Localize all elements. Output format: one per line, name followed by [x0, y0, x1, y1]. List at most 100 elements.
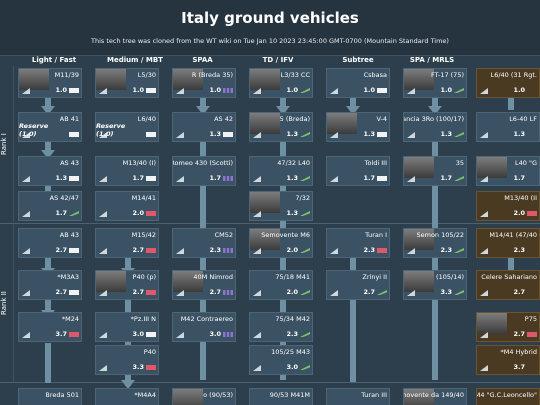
battle-rating: 2.7	[55, 288, 67, 296]
vehicle-card[interactable]: FT-17 (75) 1.0	[403, 68, 467, 98]
vehicle-type-icon	[330, 248, 338, 254]
vehicle-name: R (Breda 35)	[191, 71, 233, 79]
vehicle-card[interactable]: 47/32 L40 1.3	[249, 156, 313, 186]
vehicle-card[interactable]: M42 Contraereo 3.0	[172, 312, 236, 342]
vehicle-card[interactable]: Breda 501	[18, 388, 82, 405]
page-subtitle: This tech tree was cloned from the WT wi…	[91, 37, 449, 45]
battle-rating: 2.7	[55, 246, 67, 254]
vehicle-card[interactable]: L40 "G 1.7	[476, 156, 540, 186]
vehicle-card[interactable]: CM52 2.3	[172, 228, 236, 258]
vehicle-name: FT-17 (75)	[430, 71, 464, 79]
vehicle-card[interactable]: Zrínyi II 2.7	[326, 270, 390, 300]
vehicle-type-icon	[480, 88, 488, 94]
vehicle-card[interactable]: Alfa Romeo 430 (Scotti) 1.7	[172, 156, 236, 186]
nation-flag-icon	[146, 290, 156, 295]
vehicle-card[interactable]: (105/14) 3.3	[403, 270, 467, 300]
vehicle-card[interactable]: 35 1.7	[403, 156, 467, 186]
battle-rating: 3.0	[132, 330, 144, 338]
vehicle-card[interactable]: Semovente da 149/40	[403, 388, 467, 405]
vehicle-card-premium[interactable]: M14/41 (47/40 2.3	[476, 228, 540, 258]
vehicle-card[interactable]: *Pz.III N 3.0	[95, 312, 159, 342]
vehicle-card[interactable]: M13/40 (I) 1.7	[95, 156, 159, 186]
vehicle-card[interactable]: P40 (p) 2.7	[95, 270, 159, 300]
vehicle-card[interactable]: Semovente M6 2.0	[249, 228, 313, 258]
vehicle-name: o (90/53)	[203, 391, 233, 399]
vehicle-card[interactable]: L6/40 Reserve (1.0)	[95, 112, 159, 142]
vehicle-card-premium[interactable]: *M4 Hybrid 3.7	[476, 345, 540, 375]
vehicle-card[interactable]: Semon 105/22 2.3	[403, 228, 467, 258]
vehicle-card[interactable]: AS 42/47 1.7	[18, 191, 82, 221]
vehicle-card[interactable]: 75/18 M41 2.0	[249, 270, 313, 300]
vehicle-card[interactable]: Turan I 2.3	[326, 228, 390, 258]
vehicle-card[interactable]: M11/39 1.0	[18, 68, 82, 98]
battle-rating: Reserve (1.0)	[19, 122, 49, 138]
battle-rating: 1.3	[513, 130, 525, 138]
battle-rating: 3.7	[513, 363, 525, 371]
battle-rating: 2.7	[363, 288, 375, 296]
vehicle-thumbnail	[173, 389, 203, 405]
vehicle-card[interactable]: *M24 3.7	[18, 312, 82, 342]
vehicle-type-icon	[99, 176, 107, 182]
vehicle-card[interactable]: L3/33 CC 1.0	[249, 68, 313, 98]
vehicle-card[interactable]: AB 41 Reserve (1.0)	[18, 112, 82, 142]
rank-label-1: Rank I	[0, 133, 8, 155]
vehicle-name: M13/40 (I)	[122, 159, 156, 167]
vehicle-thumbnail	[250, 113, 280, 134]
battle-rating: 2.0	[286, 246, 298, 254]
vehicle-card[interactable]: Turan III	[326, 388, 390, 405]
vehicle-card[interactable]: V-4 1.3	[326, 112, 390, 142]
vehicle-card[interactable]: 105/25 M43 3.0	[249, 345, 313, 375]
vehicle-name: P75	[524, 315, 537, 323]
nation-flag-icon	[377, 248, 387, 253]
tree-arrow	[508, 96, 514, 110]
vehicle-card[interactable]: AS 42 1.3	[172, 112, 236, 142]
vehicle-name: *Pz.III N	[130, 315, 156, 323]
vehicle-card[interactable]: *M4A4	[95, 388, 159, 405]
vehicle-name: 5 (Breda)	[279, 115, 310, 123]
vehicle-card-premium[interactable]: M13/40 (II 2.0	[476, 191, 540, 221]
column-header-subtree: Subtree	[342, 56, 374, 64]
vehicle-name: AB 43	[59, 231, 79, 239]
vehicle-type-icon	[99, 211, 107, 217]
vehicle-name: Semovente M6	[261, 231, 310, 239]
td-icon	[300, 365, 310, 370]
spa-icon	[454, 290, 464, 295]
vehicle-card[interactable]: 5 (Breda) 1.3	[249, 112, 313, 142]
vehicle-card[interactable]: L6-40 LF 1.3	[476, 112, 540, 142]
vehicle-card[interactable]: R (Breda 35) 1.0	[172, 68, 236, 98]
battle-rating: 1.3	[55, 174, 67, 182]
vehicle-name: *M4A4	[134, 391, 156, 399]
vehicle-card[interactable]: 75/34 M42 2.3	[249, 312, 313, 342]
nation-flag-icon	[69, 132, 79, 137]
vehicle-card-premium[interactable]: P75 2.7	[476, 312, 540, 342]
vehicle-card-premium[interactable]: Celere Sahariano 2.7	[476, 270, 540, 300]
vehicle-card[interactable]: M14/41 2.0	[95, 191, 159, 221]
spa-icon	[454, 88, 464, 93]
vehicle-card[interactable]: P40 3.3	[95, 345, 159, 375]
vehicle-card[interactable]: M15/42 2.7	[95, 228, 159, 258]
column-header-spa: SPA / MRLS	[409, 56, 455, 64]
vehicle-card[interactable]: L5/30 1.0	[95, 68, 159, 98]
vehicle-card[interactable]: 90/53 M41M	[249, 388, 313, 405]
nation-flag-icon	[69, 290, 79, 295]
vehicle-name: L3/33 CC	[280, 71, 310, 79]
vehicle-type-icon	[480, 248, 488, 254]
battle-rating: 1.0	[286, 86, 298, 94]
vehicle-card[interactable]: o (90/53)	[172, 388, 236, 405]
vehicle-name: AS 42/47	[49, 194, 79, 202]
vehicle-card[interactable]: Toldi III 1.7	[326, 156, 390, 186]
vehicle-card-premium[interactable]: M4 "G.C.Leoncello"	[476, 388, 540, 405]
vehicle-card[interactable]: AS 43 1.3	[18, 156, 82, 186]
vehicle-card[interactable]: 40M Nimrod 2.7	[172, 270, 236, 300]
vehicle-card[interactable]: Csbasa 1.0	[326, 68, 390, 98]
vehicle-name: Zrínyi II	[362, 273, 387, 281]
vehicle-thumbnail	[404, 271, 434, 292]
vehicle-card[interactable]: Lancia 3Ro (100/17) 1.3	[403, 112, 467, 142]
vehicle-card[interactable]: AB 43 2.7	[18, 228, 82, 258]
td-icon	[300, 132, 310, 137]
vehicle-card[interactable]: *M3A3 2.7	[18, 270, 82, 300]
vehicle-card[interactable]: 7/32 1.3	[249, 191, 313, 221]
vehicle-name: 35	[455, 159, 464, 167]
vehicle-card-premium[interactable]: L6/40 (31 Rgt. 1.0	[476, 68, 540, 98]
vehicle-name: AS 43	[60, 159, 79, 167]
